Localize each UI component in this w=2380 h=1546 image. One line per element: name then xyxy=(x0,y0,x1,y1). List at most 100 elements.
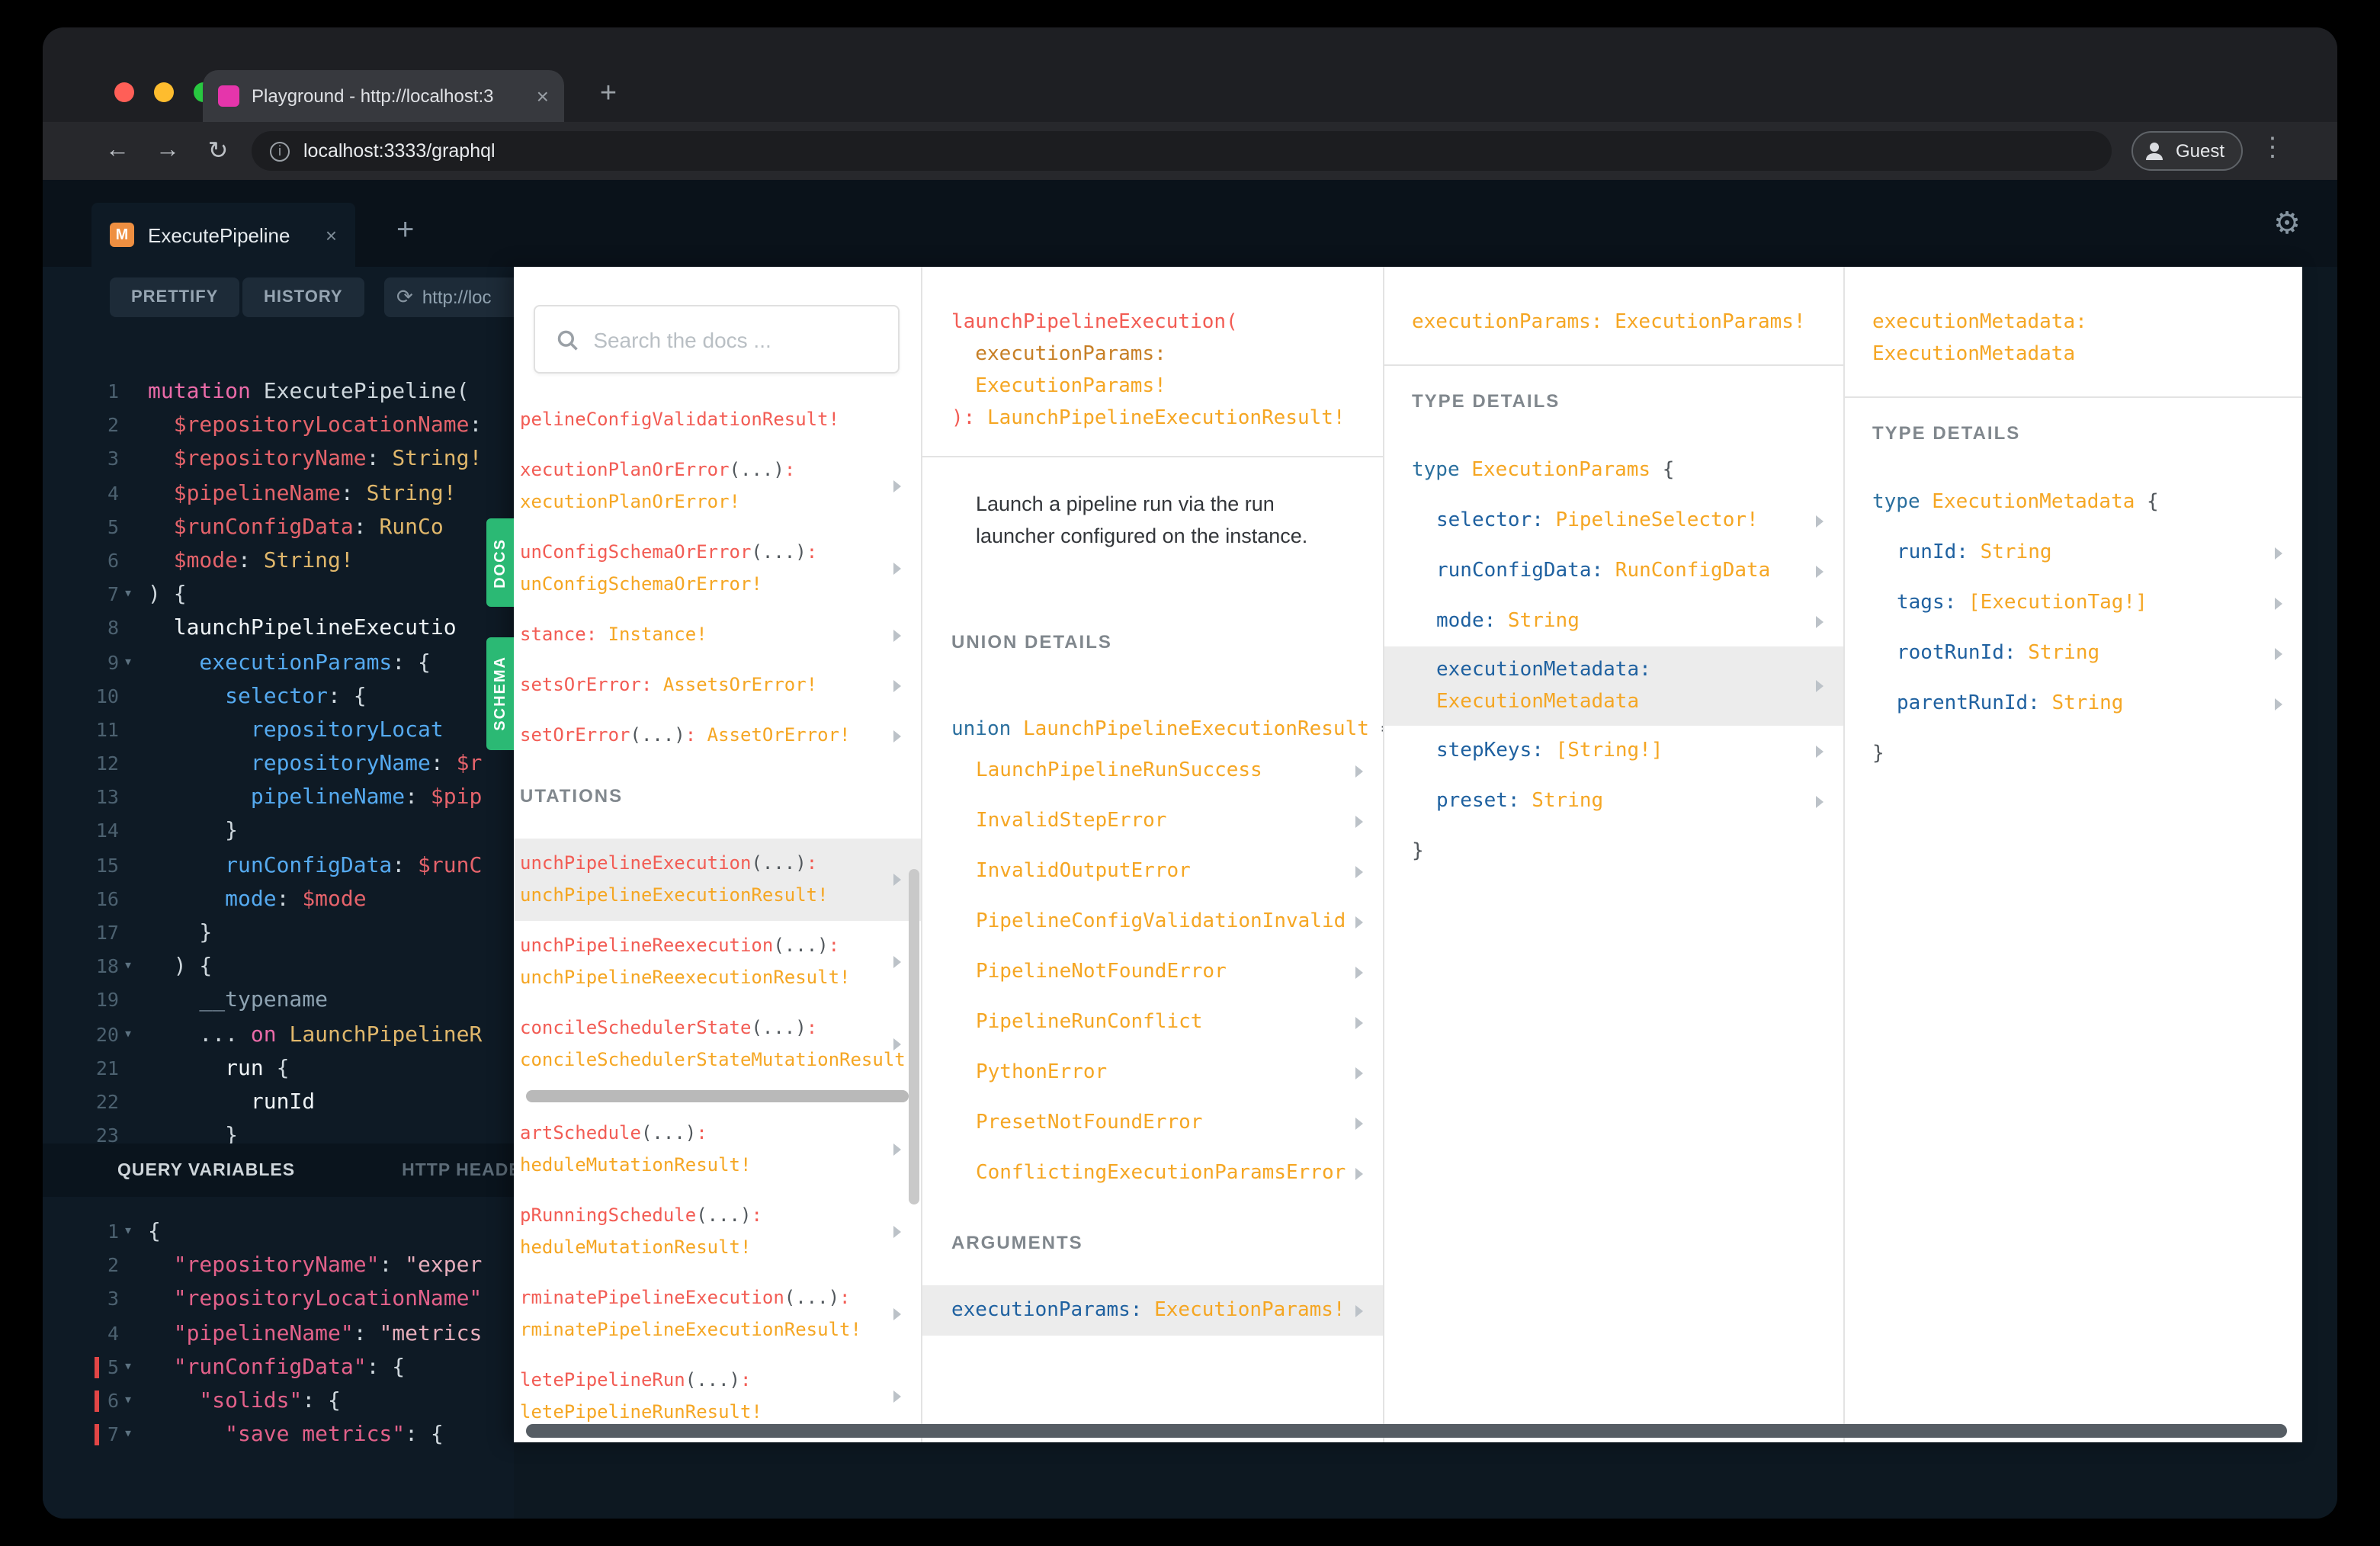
doc-list-item[interactable]: unConfigSchemaOrError(...): unConfigSchem… xyxy=(514,528,921,610)
code-token: : { xyxy=(405,1423,444,1448)
tab-docs[interactable]: DOCS xyxy=(486,518,514,607)
code-line: 22 runId xyxy=(43,1086,514,1119)
union-member-item[interactable]: LaunchPipelineRunSuccess xyxy=(922,746,1383,796)
union-member-item[interactable]: PresetNotFoundError xyxy=(922,1098,1383,1148)
type-field-item[interactable]: parentRunId: String xyxy=(1845,678,2302,729)
profile-button[interactable]: Guest xyxy=(2131,131,2244,171)
code-token: : xyxy=(740,1369,752,1390)
doc-list-item[interactable]: artSchedule(...): heduleMutationResult! xyxy=(514,1108,921,1191)
fold-caret-icon[interactable]: ▾ xyxy=(119,1018,137,1051)
docs-vertical-scrollbar[interactable] xyxy=(909,869,919,1204)
docs-search-box[interactable] xyxy=(534,305,900,374)
docs-search-input[interactable] xyxy=(593,327,877,351)
refresh-schema-icon[interactable]: ⟳ xyxy=(396,285,413,310)
union-member-item[interactable]: ConflictingExecutionParamsError xyxy=(922,1148,1383,1198)
back-button[interactable]: ← xyxy=(98,122,137,180)
union-member-item[interactable]: InvalidStepError xyxy=(922,796,1383,846)
settings-gear-icon[interactable]: ⚙ xyxy=(2273,204,2301,242)
type-field-item[interactable]: tags: [ExecutionTag!] xyxy=(1845,578,2302,628)
site-info-icon[interactable]: i xyxy=(270,141,290,161)
reload-button[interactable]: ↻ xyxy=(198,122,238,180)
tab-schema[interactable]: SCHEMA xyxy=(486,637,514,750)
type-field-item[interactable]: mode: String xyxy=(1384,596,1843,646)
fold-caret-icon[interactable]: ▾ xyxy=(119,1384,137,1418)
fold-caret-icon[interactable]: ▾ xyxy=(119,1351,137,1384)
chevron-right-icon xyxy=(1355,765,1363,777)
endpoint-input[interactable]: ⟳ http://loc xyxy=(384,277,514,317)
close-tab-icon[interactable]: × xyxy=(537,85,549,107)
fold-caret-icon[interactable]: ▾ xyxy=(119,1418,137,1451)
type-field-item[interactable]: preset: String xyxy=(1384,776,1843,826)
code-token: executionParams: xyxy=(951,343,1166,366)
browser-menu-button[interactable]: ⋮ xyxy=(2260,133,2285,163)
union-member-item[interactable]: PipelineNotFoundError xyxy=(922,947,1383,997)
doc-list-item[interactable]: setsOrError: AssetsOrError! xyxy=(514,660,921,710)
code-token: $runConfigData xyxy=(148,515,354,540)
fold-caret-icon[interactable]: ▾ xyxy=(119,578,137,611)
field-line: runConfigData: RunConfigData xyxy=(1436,555,1770,587)
union-member-item[interactable]: PipelineConfigValidationInvalid xyxy=(922,896,1383,947)
history-button[interactable]: HISTORY xyxy=(242,277,364,317)
code-token: "save metrics" xyxy=(148,1423,406,1448)
prettify-button[interactable]: PRETTIFY xyxy=(110,277,240,317)
code-token: String! xyxy=(263,548,354,573)
code-text: executionParams: { xyxy=(148,646,431,679)
union-member-item[interactable]: PythonError xyxy=(922,1047,1383,1098)
doc-list-item[interactable]: unchPipelineReexecution(...): unchPipelin… xyxy=(514,921,921,1003)
doc-list-item[interactable]: unchPipelineExecution(...): unchPipelineE… xyxy=(514,839,921,921)
query-editor-pane[interactable]: PRETTIFY HISTORY ⟳ http://loc 1 mutation … xyxy=(43,267,514,1519)
fold-caret-icon[interactable]: ▾ xyxy=(119,646,137,679)
query-editor-lines[interactable]: 1 mutation ExecutePipeline(2 $repositoryL… xyxy=(43,352,514,1143)
doc-list-item[interactable]: concileSchedulerState(...): concileSchedu… xyxy=(514,1003,921,1086)
type-field-item[interactable]: rootRunId: String xyxy=(1845,628,2302,678)
browser-tab[interactable]: Playground - http://localhost:3 × xyxy=(203,70,564,122)
session-tab[interactable]: M ExecutePipeline × xyxy=(91,203,355,267)
code-line: 20 ▾ ... on LaunchPipelineR xyxy=(43,1018,514,1051)
docs-column-field: launchPipelineExecution( executionParams… xyxy=(922,267,1384,1442)
new-session-button[interactable]: + xyxy=(396,213,414,249)
code-text: repositoryName: $r xyxy=(148,747,482,781)
type-field-item[interactable]: selector: PipelineSelector! xyxy=(1384,496,1843,546)
code-token: pRunningSchedule xyxy=(520,1204,697,1226)
signature-line: ): LaunchPipelineExecutionResult! xyxy=(951,403,1358,435)
close-window-button[interactable] xyxy=(114,82,134,102)
tab-http-headers[interactable]: HTTP HEADERS xyxy=(402,1161,514,1179)
code-line: 15 runConfigData: $runC xyxy=(43,848,514,882)
code-token: (...) xyxy=(729,459,784,480)
forward-button[interactable]: → xyxy=(148,122,188,180)
code-token: stance: xyxy=(520,624,608,645)
doc-list-item[interactable]: setOrError(...): AssetOrError! xyxy=(514,710,921,761)
doc-list-item[interactable]: stance: Instance! xyxy=(514,610,921,660)
tab-query-variables[interactable]: QUERY VARIABLES xyxy=(117,1161,295,1179)
union-member-item[interactable]: InvalidOutputError xyxy=(922,846,1383,896)
code-token: LaunchPipelineExecutionResult xyxy=(1022,718,1369,741)
address-bar[interactable]: i localhost:3333/graphql xyxy=(252,131,2112,171)
docs-horizontal-scrollbar[interactable] xyxy=(526,1424,2287,1438)
argument-row[interactable]: executionParams: ExecutionParams! xyxy=(922,1285,1383,1336)
code-token: launchPipelineExecution( xyxy=(951,311,1238,334)
query-variables-lines[interactable]: 1 ▾{2 "repositoryName": "exper 3 "reposito… xyxy=(43,1197,514,1519)
code-line: 3 "repositoryLocationName" xyxy=(43,1283,514,1317)
doc-list-item[interactable]: xecutionPlanOrError(...): xecutionPlanOrE… xyxy=(514,445,921,528)
type-field-item[interactable]: runConfigData: RunConfigData xyxy=(1384,546,1843,596)
line-number: 3 xyxy=(107,1287,119,1310)
code-token: executionMetadata: xyxy=(1436,659,1651,682)
field-line: rootRunId: String xyxy=(1897,637,2099,669)
type-field-item[interactable]: executionMetadata: ExecutionMetadata xyxy=(1384,646,1843,726)
field-text: mode: String xyxy=(1436,605,1580,637)
code-token: type xyxy=(1412,459,1472,482)
field-text: executionMetadata: ExecutionMetadata xyxy=(1436,654,1651,718)
doc-list-item[interactable]: pelineConfigValidationResult! xyxy=(514,395,921,445)
column-horizontal-scrollbar[interactable] xyxy=(526,1090,909,1102)
code-token: setsOrError: xyxy=(520,674,663,695)
new-tab-button[interactable]: + xyxy=(589,75,628,114)
minimize-window-button[interactable] xyxy=(154,82,174,102)
type-field-item[interactable]: stepKeys: [String!] xyxy=(1384,726,1843,776)
doc-list-item[interactable]: rminatePipelineExecution(...): rminatePip… xyxy=(514,1273,921,1355)
fold-caret-icon[interactable]: ▾ xyxy=(119,1215,137,1249)
fold-caret-icon[interactable]: ▾ xyxy=(119,950,137,983)
type-field-item[interactable]: runId: String xyxy=(1845,528,2302,578)
union-member-item[interactable]: PipelineRunConflict xyxy=(922,997,1383,1047)
close-session-icon[interactable]: × xyxy=(326,223,337,246)
doc-list-item[interactable]: pRunningSchedule(...): heduleMutationResu… xyxy=(514,1191,921,1273)
